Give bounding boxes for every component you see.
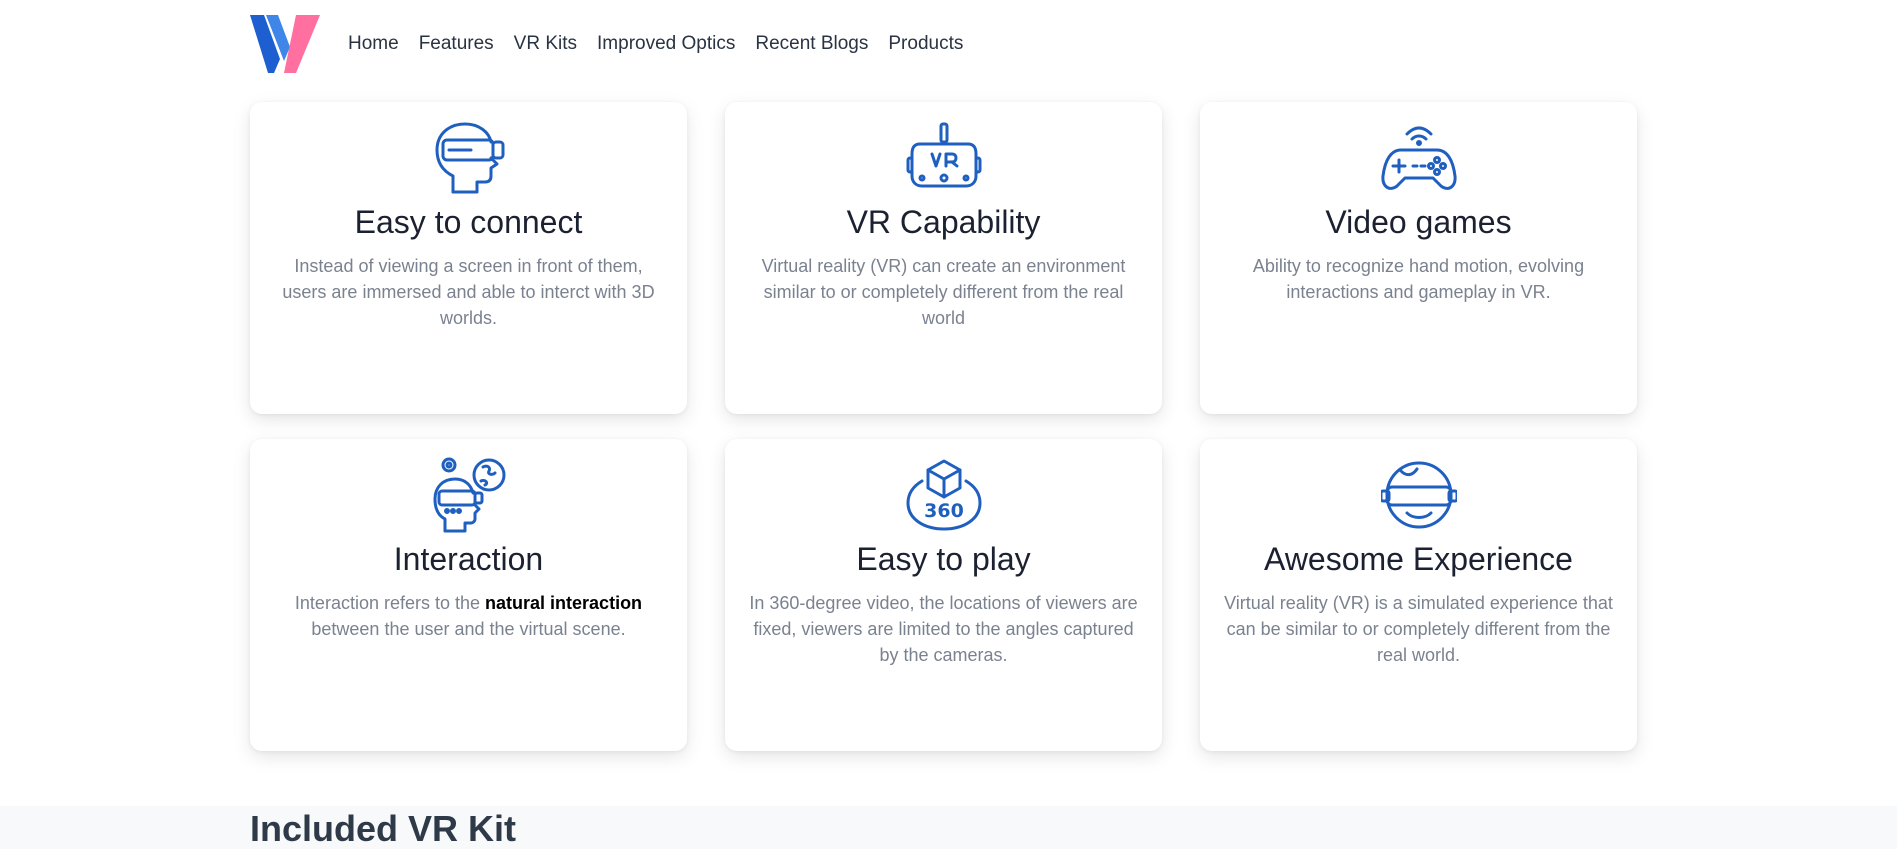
features-grid: Easy to connect Instead of viewing a scr… — [250, 102, 1638, 751]
card-title: Video games — [1325, 204, 1512, 240]
feature-card-video-games: Video games Ability to recognize hand mo… — [1200, 102, 1637, 414]
nav-links: Home Features VR Kits Improved Optics Re… — [348, 33, 963, 55]
navbar: Home Features VR Kits Improved Optics Re… — [250, 15, 963, 73]
nav-link-recent-blogs[interactable]: Recent Blogs — [755, 33, 868, 55]
feature-card-vr-capability: VR Capability Virtual reality (VR) can c… — [725, 102, 1162, 414]
card-title: Awesome Experience — [1264, 541, 1573, 577]
vr-headset-head-icon — [435, 122, 504, 194]
features-section: Easy to connect Instead of viewing a scr… — [250, 102, 1638, 751]
cube-360-icon: 360 — [906, 459, 981, 531]
nav-link-vr-kits[interactable]: VR Kits — [514, 33, 577, 55]
feature-card-easy-to-connect: Easy to connect Instead of viewing a scr… — [250, 102, 687, 414]
svg-text:360: 360 — [924, 500, 964, 522]
card-description: In 360-degree video, the locations of vi… — [749, 592, 1138, 665]
nav-link-features[interactable]: Features — [419, 33, 494, 55]
feature-card-easy-to-play: 360 Easy to play In 360-degree video, th… — [725, 439, 1162, 751]
card-description-text: between the user and the virtual scene. — [311, 618, 626, 639]
card-title: Interaction — [393, 541, 544, 577]
brand-logo[interactable] — [250, 15, 320, 73]
card-description: Ability to recognize hand motion, evolvi… — [1252, 255, 1585, 302]
page: Home Features VR Kits Improved Optics Re… — [0, 0, 1897, 849]
card-title: Easy to connect — [354, 204, 583, 240]
nav-link-home[interactable]: Home — [348, 33, 399, 55]
game-controller-icon — [1380, 126, 1457, 190]
card-title: VR Capability — [846, 204, 1041, 240]
card-description-text: Interaction refers to the — [294, 592, 486, 613]
card-description: Virtual reality (VR) is a simulated expe… — [1224, 592, 1613, 665]
nav-link-improved-optics[interactable]: Improved Optics — [597, 33, 735, 55]
vr-interaction-icon — [433, 457, 505, 533]
card-description: Instead of viewing a screen in front of … — [282, 255, 655, 328]
feature-card-interaction: Interaction Interaction refers to the na… — [250, 439, 687, 751]
included-vr-kit-section: Included VR Kit — [0, 806, 1897, 849]
feature-card-awesome-experience: Awesome Experience Virtual reality (VR) … — [1200, 439, 1637, 751]
vr-face-icon — [1380, 461, 1457, 529]
card-description: Interaction refers to the natural intera… — [272, 590, 665, 642]
card-title: Easy to play — [856, 541, 1031, 577]
nav-link-products[interactable]: Products — [888, 33, 963, 55]
vr-headset-icon — [906, 122, 981, 188]
card-description-bold: natural interaction — [485, 592, 643, 613]
card-description: Virtual reality (VR) can create an envir… — [761, 255, 1126, 328]
section-title: Included VR Kit — [250, 808, 517, 849]
